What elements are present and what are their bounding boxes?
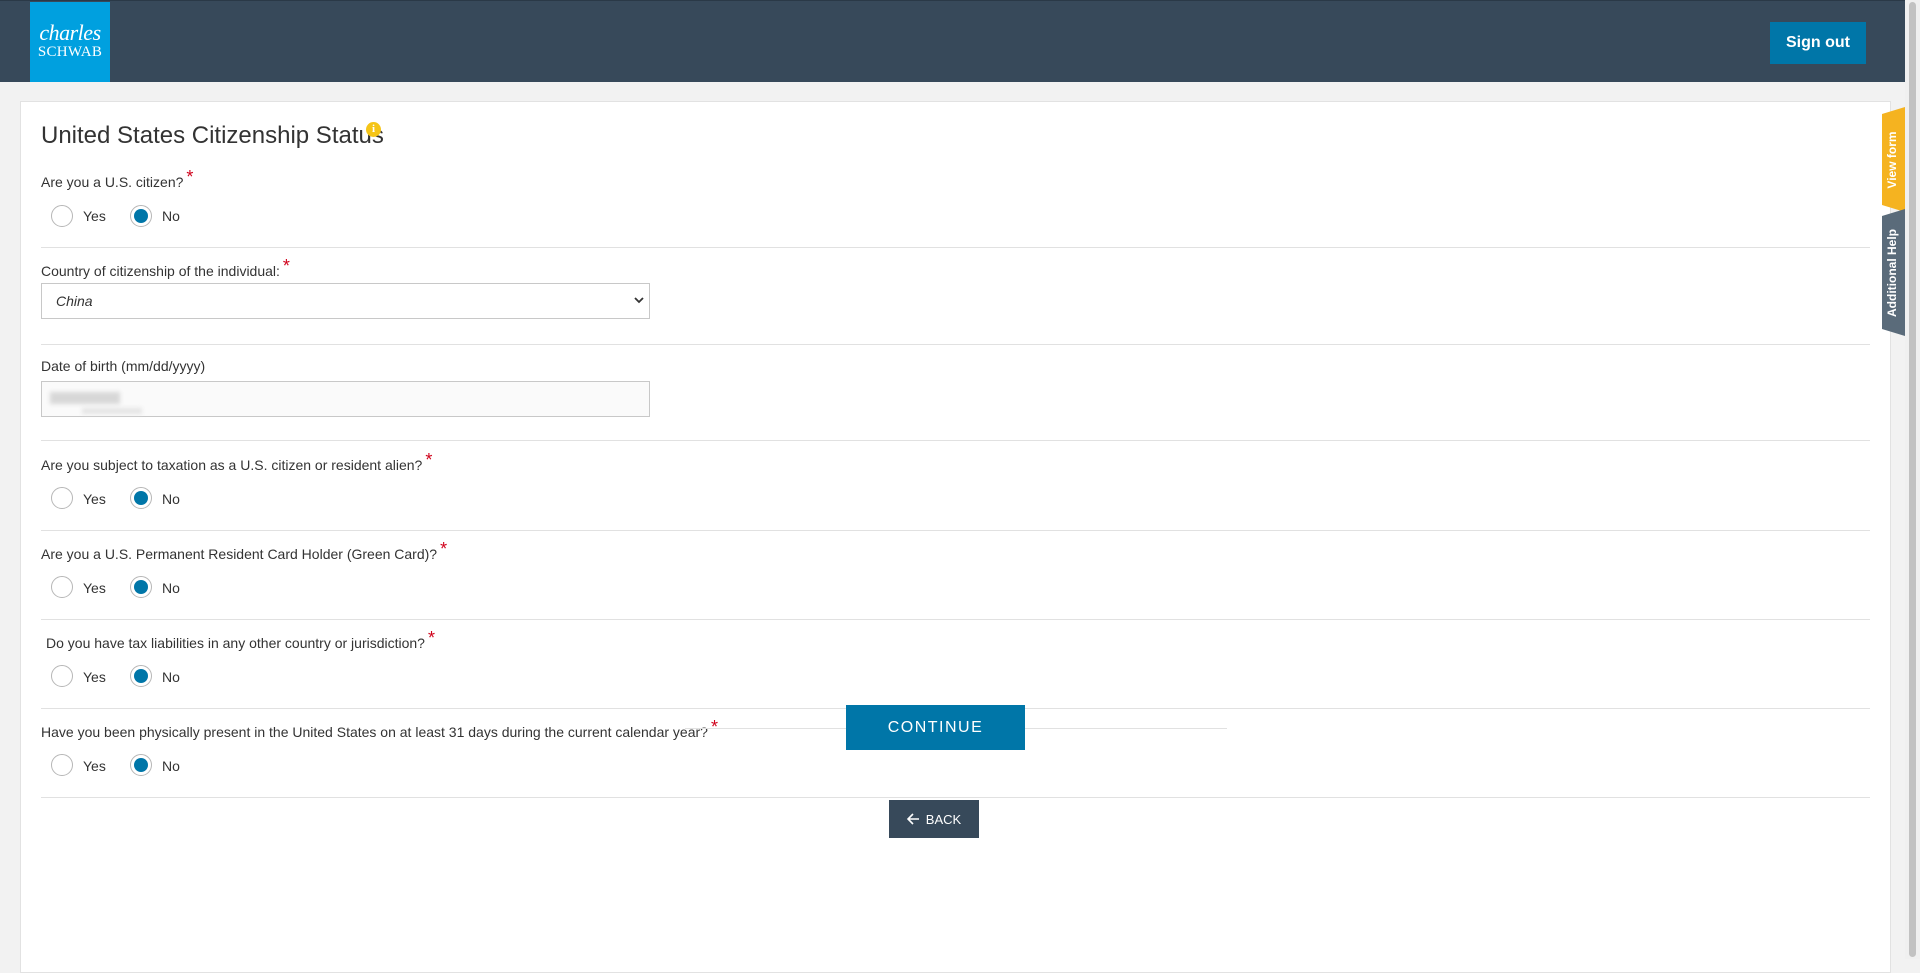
radio-label-no: No	[162, 491, 180, 507]
radio-taxation-no[interactable]	[130, 487, 152, 509]
radio-label-no: No	[162, 580, 180, 596]
scrollbar-thumb[interactable]	[1909, 2, 1916, 957]
section-divider	[41, 530, 1870, 531]
required-mark: *	[186, 167, 194, 187]
question-tax-liabilities: Do you have tax liabilities in any other…	[46, 628, 435, 653]
question-label: Are you subject to taxation as a U.S. ci…	[41, 457, 423, 473]
question-green-card: Are you a U.S. Permanent Resident Card H…	[41, 539, 447, 564]
radio-us-citizen-yes[interactable]	[51, 205, 73, 227]
continue-rule-right	[1022, 728, 1227, 729]
radio-green-card-yes[interactable]	[51, 576, 73, 598]
radio-physically-present-no[interactable]	[130, 754, 152, 776]
continue-button[interactable]: CONTINUE	[846, 705, 1025, 750]
question-us-citizen: Are you a U.S. citizen? *	[41, 167, 193, 192]
required-mark: *	[440, 539, 448, 559]
radio-us-citizen-no[interactable]	[130, 205, 152, 227]
page-title: United States Citizenship Status	[41, 122, 384, 149]
additional-help-tab[interactable]: Additional Help	[1878, 209, 1905, 336]
page-scrollbar[interactable]	[1905, 0, 1920, 959]
question-physically-present: Have you been physically present in the …	[41, 717, 718, 742]
arrow-left-icon	[906, 812, 919, 825]
radio-tax-liabilities-no[interactable]	[130, 665, 152, 687]
radio-label-no: No	[162, 758, 180, 774]
top-header: charles SCHWAB Sign out	[0, 0, 1905, 82]
country-citizenship-select[interactable]: China	[41, 283, 650, 319]
required-mark: *	[710, 717, 718, 737]
radio-label-no: No	[162, 208, 180, 224]
back-button[interactable]: BACK	[889, 800, 979, 838]
radio-label-no: No	[162, 669, 180, 685]
question-label: Are you a U.S. citizen?	[41, 174, 184, 190]
info-icon[interactable]: i	[366, 122, 381, 137]
radio-label-yes: Yes	[83, 758, 106, 774]
country-citizenship-label: Country of citizenship of the individual…	[41, 256, 290, 281]
redacted-value	[50, 392, 120, 404]
logo-text-schwab: SCHWAB	[37, 44, 103, 60]
continue-rule-left	[685, 728, 850, 729]
additional-help-tab-label: Additional Help	[1884, 228, 1899, 317]
radio-label-yes: Yes	[83, 491, 106, 507]
section-divider	[41, 619, 1870, 620]
chevron-down-icon	[634, 297, 644, 304]
radio-label-yes: Yes	[83, 669, 106, 685]
radio-tax-liabilities-yes[interactable]	[51, 665, 73, 687]
radio-taxation-yes[interactable]	[51, 487, 73, 509]
section-divider	[41, 247, 1870, 248]
radio-green-card-no[interactable]	[130, 576, 152, 598]
section-divider	[41, 344, 1870, 345]
dob-label: Date of birth (mm/dd/yyyy)	[41, 358, 206, 374]
question-label: Do you have tax liabilities in any other…	[46, 635, 425, 651]
charles-schwab-logo[interactable]: charles SCHWAB	[30, 2, 110, 82]
question-label: Are you a U.S. Permanent Resident Card H…	[41, 546, 438, 562]
required-mark: *	[427, 628, 435, 648]
view-form-tab-label: View form	[1884, 130, 1899, 189]
select-value: China	[56, 293, 93, 309]
question-label: Country of citizenship of the individual…	[41, 263, 280, 279]
radio-label-yes: Yes	[83, 580, 106, 596]
section-divider	[41, 440, 1870, 441]
sign-out-button[interactable]: Sign out	[1770, 22, 1866, 64]
required-mark: *	[425, 450, 433, 470]
view-form-tab[interactable]: View form	[1878, 107, 1905, 212]
question-taxation: Are you subject to taxation as a U.S. ci…	[41, 450, 432, 475]
logo-text-charles: charles	[39, 20, 101, 45]
redacted-value	[82, 408, 142, 414]
dob-input[interactable]	[41, 381, 650, 417]
form-card: United States Citizenship Status i Are y…	[20, 101, 1891, 973]
back-label: BACK	[925, 811, 962, 827]
radio-physically-present-yes[interactable]	[51, 754, 73, 776]
required-mark: *	[282, 256, 290, 276]
section-divider	[41, 797, 1870, 798]
question-label: Have you been physically present in the …	[41, 724, 708, 740]
radio-label-yes: Yes	[83, 208, 106, 224]
